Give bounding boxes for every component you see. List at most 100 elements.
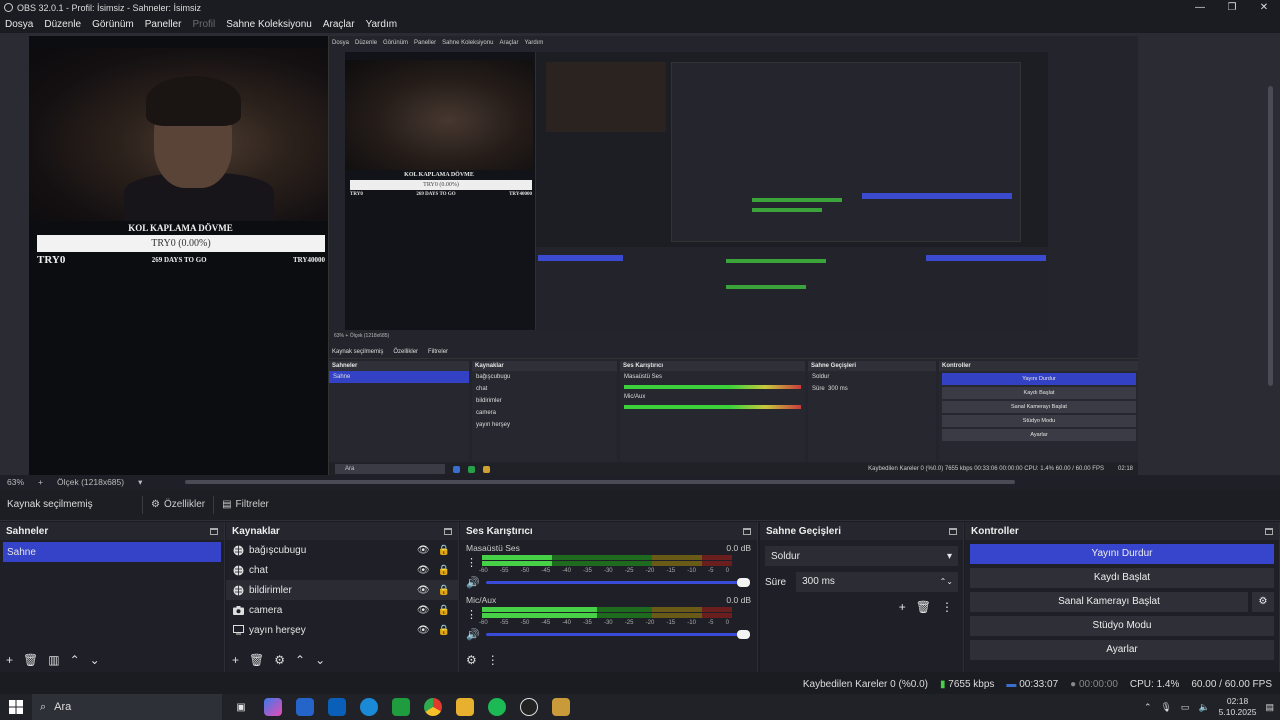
undock-icon[interactable]	[949, 527, 957, 535]
outlook-icon[interactable]	[328, 698, 346, 716]
add-icon[interactable]: +	[232, 653, 239, 667]
spin-icon[interactable]: ⌃⌄	[940, 572, 953, 592]
lock-icon[interactable]: 🔒	[438, 625, 450, 636]
minimize-button[interactable]: —	[1184, 0, 1216, 15]
undock-icon[interactable]	[444, 527, 452, 535]
settings-button[interactable]: Ayarlar	[970, 640, 1274, 660]
zoom-in-button[interactable]: +	[38, 477, 43, 487]
store-icon[interactable]	[296, 698, 314, 716]
undock-icon[interactable]	[210, 527, 218, 535]
slider-knob[interactable]	[736, 578, 750, 587]
close-button[interactable]: ✕	[1248, 0, 1280, 15]
network-icon[interactable]: ▭	[1181, 702, 1190, 713]
gear-icon[interactable]: ⚙	[1252, 592, 1274, 612]
trash-icon[interactable]: 🗑	[23, 653, 38, 667]
gear-icon[interactable]: ⚙	[466, 653, 477, 667]
scale-select[interactable]: Ölçek (1218x685)	[57, 477, 124, 487]
volume-row: 🔊	[466, 576, 751, 589]
menu-docks[interactable]: Paneller	[145, 19, 182, 30]
trash-icon[interactable]: 🗑	[916, 600, 931, 614]
menu-tools[interactable]: Araçlar	[323, 19, 355, 30]
kebab-menu-icon[interactable]: ⋮	[466, 608, 477, 621]
preview-area[interactable]: KOL KAPLAMA DÖVME TRY0 (0.00%) TRY0 269 …	[0, 33, 1280, 475]
arrow-down-icon[interactable]: ⌄	[90, 653, 100, 667]
chrome-icon[interactable]	[424, 698, 442, 716]
nested-tabs: Kaynak seçilmemiş Özellikler Filtreler	[329, 346, 1138, 359]
add-icon[interactable]: +	[6, 653, 13, 667]
arrow-up-icon[interactable]: ⌃	[295, 653, 305, 667]
zoom-bar: 63% + Ölçek (1218x685) ▾	[0, 475, 1280, 489]
excel-icon[interactable]	[392, 698, 410, 716]
chevron-down-icon[interactable]: ▾	[138, 477, 142, 488]
globe-icon	[233, 545, 244, 556]
eye-icon[interactable]: 👁	[417, 625, 430, 636]
task-view-icon[interactable]: ▣	[232, 698, 250, 716]
notification-icon[interactable]: ▤	[1265, 702, 1274, 713]
transition-select[interactable]: Soldur ▾	[765, 546, 958, 566]
speaker-icon[interactable]: 🔊	[466, 576, 480, 589]
menu-edit[interactable]: Düzenle	[44, 19, 81, 30]
bitrate: ▮ 7655 kbps	[940, 679, 994, 690]
app-icon[interactable]	[552, 698, 570, 716]
volume-slider[interactable]	[485, 630, 750, 639]
filters-button[interactable]: ▤ Filtreler	[213, 495, 277, 514]
volume-icon[interactable]: 🔈	[1198, 702, 1209, 713]
zoom-percent[interactable]: 63%	[7, 477, 24, 487]
source-item[interactable]: bağışcubugu 👁 🔒	[226, 540, 458, 560]
obs-icon[interactable]	[520, 698, 538, 716]
clock[interactable]: 02:18 5.10.2025	[1219, 696, 1257, 718]
kebab-menu-icon[interactable]: ⋮	[941, 600, 953, 614]
start-button[interactable]	[0, 700, 32, 714]
volume-slider[interactable]	[485, 578, 750, 587]
menu-profile[interactable]: Profil	[192, 19, 215, 30]
add-icon[interactable]: +	[899, 600, 906, 614]
lock-icon[interactable]: 🔒	[438, 565, 450, 576]
start-record-button[interactable]: Kaydı Başlat	[970, 568, 1274, 588]
preview-horizontal-scrollbar[interactable]	[185, 480, 1015, 484]
file-explorer-icon[interactable]	[456, 698, 474, 716]
edge-icon[interactable]	[360, 698, 378, 716]
menu-view[interactable]: Görünüm	[92, 19, 134, 30]
copilot-icon[interactable]	[264, 698, 282, 716]
preview-canvas[interactable]: KOL KAPLAMA DÖVME TRY0 (0.00%) TRY0 269 …	[29, 36, 1138, 475]
menu-file[interactable]: Dosya	[5, 19, 33, 30]
properties-button[interactable]: ⚙ Özellikler	[142, 495, 213, 514]
lock-icon[interactable]: 🔒	[438, 605, 450, 616]
microphone-icon[interactable]: 🎙	[1160, 702, 1171, 713]
scene-item[interactable]: Sahne	[3, 542, 221, 562]
spotify-icon[interactable]	[488, 698, 506, 716]
gear-icon[interactable]: ⚙	[274, 653, 285, 667]
restore-button[interactable]: ❐	[1216, 0, 1248, 15]
preview-vertical-scrollbar[interactable]	[1268, 86, 1273, 386]
kebab-menu-icon[interactable]: ⋮	[487, 653, 499, 667]
eye-icon[interactable]: 👁	[417, 605, 430, 616]
source-item[interactable]: bildirimler 👁 🔒	[226, 580, 458, 600]
eye-icon[interactable]: 👁	[417, 545, 430, 556]
source-item[interactable]: yayın herşey 👁 🔒	[226, 620, 458, 640]
chevron-up-icon[interactable]: ⌃	[1144, 702, 1152, 713]
lock-icon[interactable]: 🔒	[438, 545, 450, 556]
source-item[interactable]: camera 👁 🔒	[226, 600, 458, 620]
kebab-menu-icon[interactable]: ⋮	[466, 556, 477, 569]
duration-input[interactable]: 300 ms ⌃⌄	[796, 572, 958, 592]
arrow-up-icon[interactable]: ⌃	[70, 653, 80, 667]
undock-icon[interactable]	[743, 527, 751, 535]
trash-icon[interactable]: 🗑	[249, 653, 264, 667]
undock-icon[interactable]	[1265, 527, 1273, 535]
studio-mode-button[interactable]: Stüdyo Modu	[970, 616, 1274, 636]
nested-menu: Dosya Düzenle Görünüm Paneller Sahne Kol…	[329, 40, 1138, 50]
stop-stream-button[interactable]: Yayını Durdur	[970, 544, 1274, 564]
menu-scene-collection[interactable]: Sahne Koleksiyonu	[226, 19, 312, 30]
lock-icon[interactable]: 🔒	[438, 585, 450, 596]
filter-icon[interactable]: ▥	[48, 653, 59, 667]
arrow-down-icon[interactable]: ⌄	[315, 653, 325, 667]
start-virtual-camera-button[interactable]: Sanal Kamerayı Başlat	[970, 592, 1248, 612]
eye-icon[interactable]: 👁	[417, 585, 430, 596]
menu-help[interactable]: Yardım	[366, 19, 398, 30]
source-item[interactable]: chat 👁 🔒	[226, 560, 458, 580]
speaker-icon[interactable]: 🔊	[466, 628, 480, 641]
eye-icon[interactable]: 👁	[417, 565, 430, 576]
slider-knob[interactable]	[736, 630, 750, 639]
taskbar-search[interactable]: ⌕ Ara	[32, 694, 222, 720]
nested-app-icon	[453, 465, 460, 473]
